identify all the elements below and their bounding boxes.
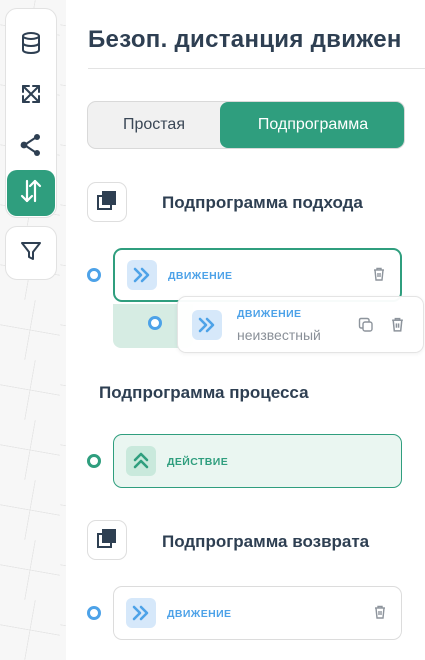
dragged-step-card[interactable]: ДВИЖЕНИЕ неизвестный <box>177 296 424 353</box>
expand-arrows-icon <box>20 83 42 110</box>
approach-section-label: Подпрограмма подхода <box>162 193 363 212</box>
step-type-label: ДВИЖЕНИЕ <box>168 270 233 282</box>
delete-step-button[interactable] <box>391 317 405 333</box>
share-nodes-icon <box>19 133 43 162</box>
trash-icon <box>374 605 386 624</box>
step-type-label: ДЕЙСТВИЕ <box>167 456 229 468</box>
connector-dot[interactable] <box>87 454 101 468</box>
delete-step-button[interactable] <box>373 605 387 624</box>
delete-step-button[interactable] <box>372 267 386 286</box>
subprogram-mode-button[interactable] <box>7 170 55 216</box>
step-type-label: ДВИЖЕНИЕ <box>167 608 232 620</box>
chevrons-right-icon <box>127 260 157 290</box>
chevrons-up-icon <box>126 446 156 476</box>
tab-subprogram[interactable]: Подпрограмма <box>220 102 404 148</box>
chevrons-right-icon <box>126 598 156 628</box>
process-step-card[interactable]: ДЕЙСТВИЕ <box>113 434 402 488</box>
step-subtitle: неизвестный <box>237 327 321 343</box>
duplicate-step-button[interactable] <box>358 317 374 333</box>
expand-button[interactable] <box>6 74 56 118</box>
title-divider <box>88 68 425 69</box>
connector-dot[interactable] <box>87 606 101 620</box>
trash-icon <box>391 317 404 336</box>
return-step-card[interactable]: ДВИЖЕНИЕ <box>113 586 402 640</box>
tab-simple[interactable]: Простая <box>88 102 220 148</box>
step-type-label: ДВИЖЕНИЕ <box>237 308 302 320</box>
approach-section-icon[interactable] <box>87 182 127 222</box>
swap-vertical-icon <box>19 178 43 209</box>
copy-icon <box>358 317 374 337</box>
approach-step-card[interactable]: ДВИЖЕНИЕ <box>113 248 402 302</box>
trash-icon <box>373 267 385 286</box>
chevrons-right-icon <box>192 310 222 340</box>
layers-icon <box>97 528 117 553</box>
layers-icon <box>97 190 117 215</box>
connector-dot[interactable] <box>87 268 101 282</box>
page-title: Безоп. дистанция движен <box>88 26 402 53</box>
mode-toggle: Простая Подпрограмма <box>87 101 405 149</box>
filter-icon <box>19 239 43 268</box>
return-section-icon[interactable] <box>87 520 127 560</box>
return-section-label: Подпрограмма возврата <box>162 532 370 551</box>
toolbar <box>5 8 57 218</box>
share-button[interactable] <box>6 125 56 169</box>
filter-button[interactable] <box>5 226 57 280</box>
database-button[interactable] <box>6 23 56 67</box>
process-section-label: Подпрограмма процесса <box>99 383 309 402</box>
database-icon <box>20 31 42 60</box>
connector-dot <box>148 316 162 330</box>
